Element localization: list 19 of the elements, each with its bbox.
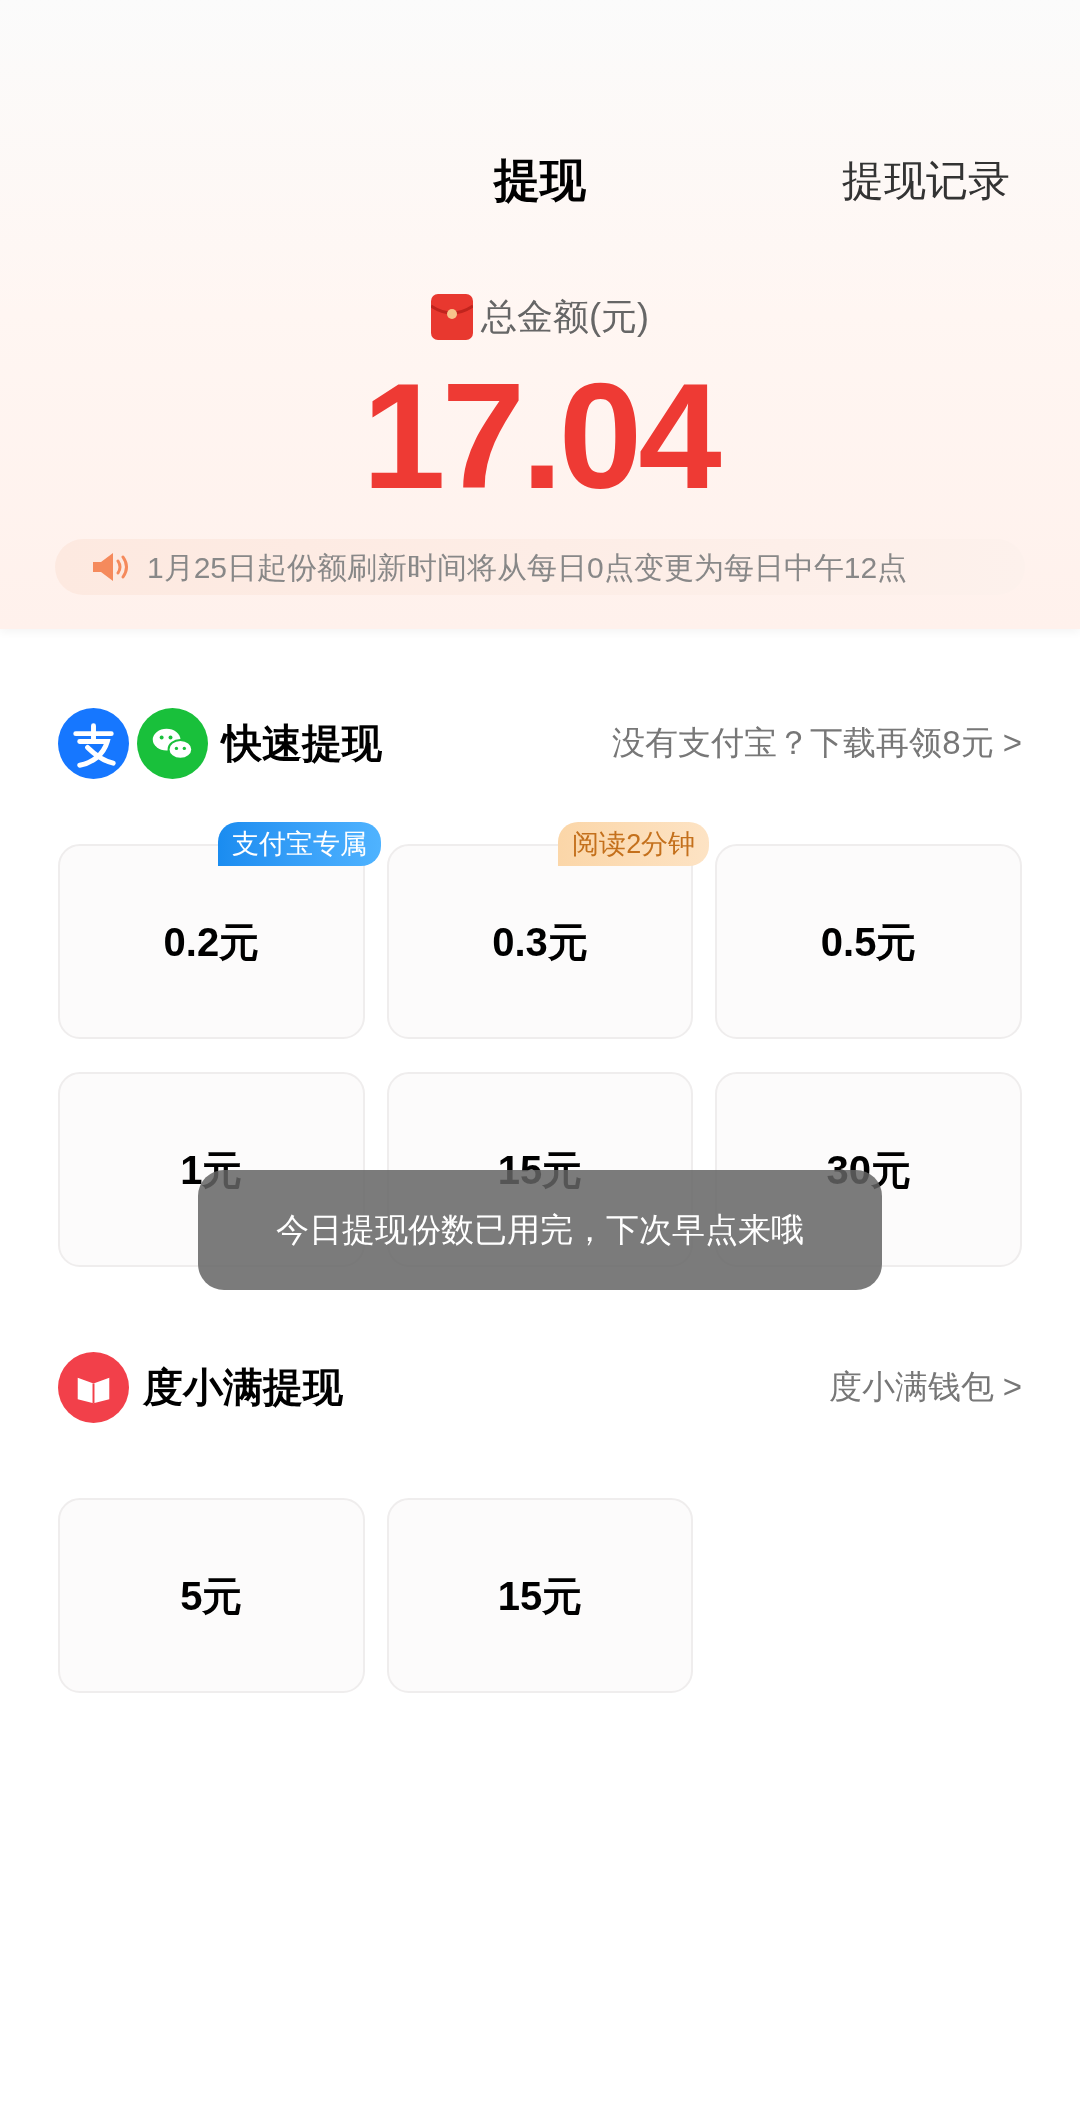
section-title: 度小满提现 <box>143 1364 343 1411</box>
record-link[interactable]: 提现记录 <box>842 148 1010 212</box>
amount-option[interactable]: 0.5元 <box>715 844 1022 1039</box>
balance-amount: 17.04 <box>362 354 718 519</box>
option-tag: 支付宝专属 <box>217 822 381 866</box>
envelope-icon <box>431 294 473 340</box>
notice-text: 1月25日起份额刷新时间将从每日0点变更为每日中午12点 <box>147 549 908 586</box>
option-tag: 阅读2分钟 <box>558 822 710 866</box>
speaker-icon <box>91 552 131 582</box>
section-title: 快速提现 <box>222 720 382 767</box>
section-link[interactable]: 度小满钱包 > <box>828 1362 1022 1412</box>
payment-logo-icon <box>58 707 129 779</box>
amount-option[interactable]: 15元 <box>386 1498 694 1693</box>
balance-label: 总金额(元) <box>481 295 649 339</box>
page-title: 提现 <box>494 152 586 208</box>
section-link[interactable]: 没有支付宝？下载再领8元 > <box>612 718 1022 768</box>
amount-option[interactable]: 5元 <box>58 1498 365 1693</box>
book-icon <box>58 1351 129 1423</box>
chat-bubbles-icon <box>137 707 208 779</box>
